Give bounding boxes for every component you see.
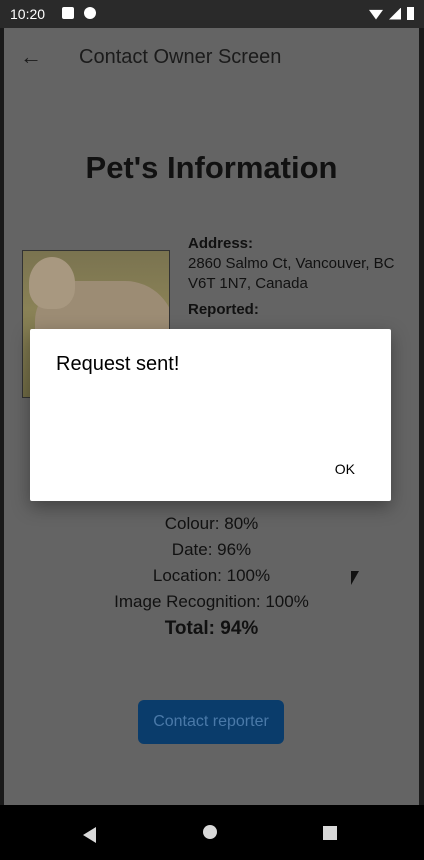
address-label: Address: — [188, 235, 254, 252]
notification-icon — [62, 7, 74, 19]
pet-info: Address: 2860 Salmo Ct, Vancouver, BC V6… — [188, 234, 403, 320]
phone-frame: 10:20 ← Contact Owner Screen Pet's Infor… — [0, 0, 424, 860]
battery-icon — [407, 7, 414, 20]
status-time: 10:20 — [10, 6, 46, 22]
reported-label: Reported: — [188, 301, 259, 318]
back-arrow-icon[interactable]: ← — [20, 44, 42, 70]
mouse-pointer-icon — [351, 571, 359, 585]
dialog-message: Request sent! — [56, 353, 180, 375]
app-bar: ← Contact Owner Screen — [4, 28, 419, 84]
nav-home-icon[interactable] — [203, 825, 217, 839]
status-bar: 10:20 — [0, 0, 424, 28]
score-image-recognition: Image Recognition: 100% — [114, 592, 309, 611]
nav-back-icon[interactable] — [83, 827, 96, 843]
address-value: 2860 Salmo Ct, Vancouver, BC V6T 1N7, Ca… — [188, 255, 395, 292]
score-total: Total: 94% — [164, 618, 259, 639]
status-right-icons — [369, 7, 414, 20]
app-notification-icon — [84, 7, 96, 19]
contact-reporter-button[interactable]: Contact reporter — [138, 700, 284, 744]
score-date: Date: 96% — [171, 540, 252, 559]
wifi-icon — [369, 9, 383, 20]
request-sent-dialog: Request sent! OK — [30, 329, 391, 501]
system-nav-bar — [0, 805, 424, 860]
cellular-icon — [389, 7, 401, 20]
app-bar-title: Contact Owner Screen — [79, 46, 282, 68]
score-colour: Colour: 80% — [164, 514, 259, 533]
nav-recents-icon[interactable] — [323, 826, 337, 840]
page-heading: Pet's Information — [85, 150, 338, 185]
ok-button[interactable]: OK — [335, 461, 355, 477]
